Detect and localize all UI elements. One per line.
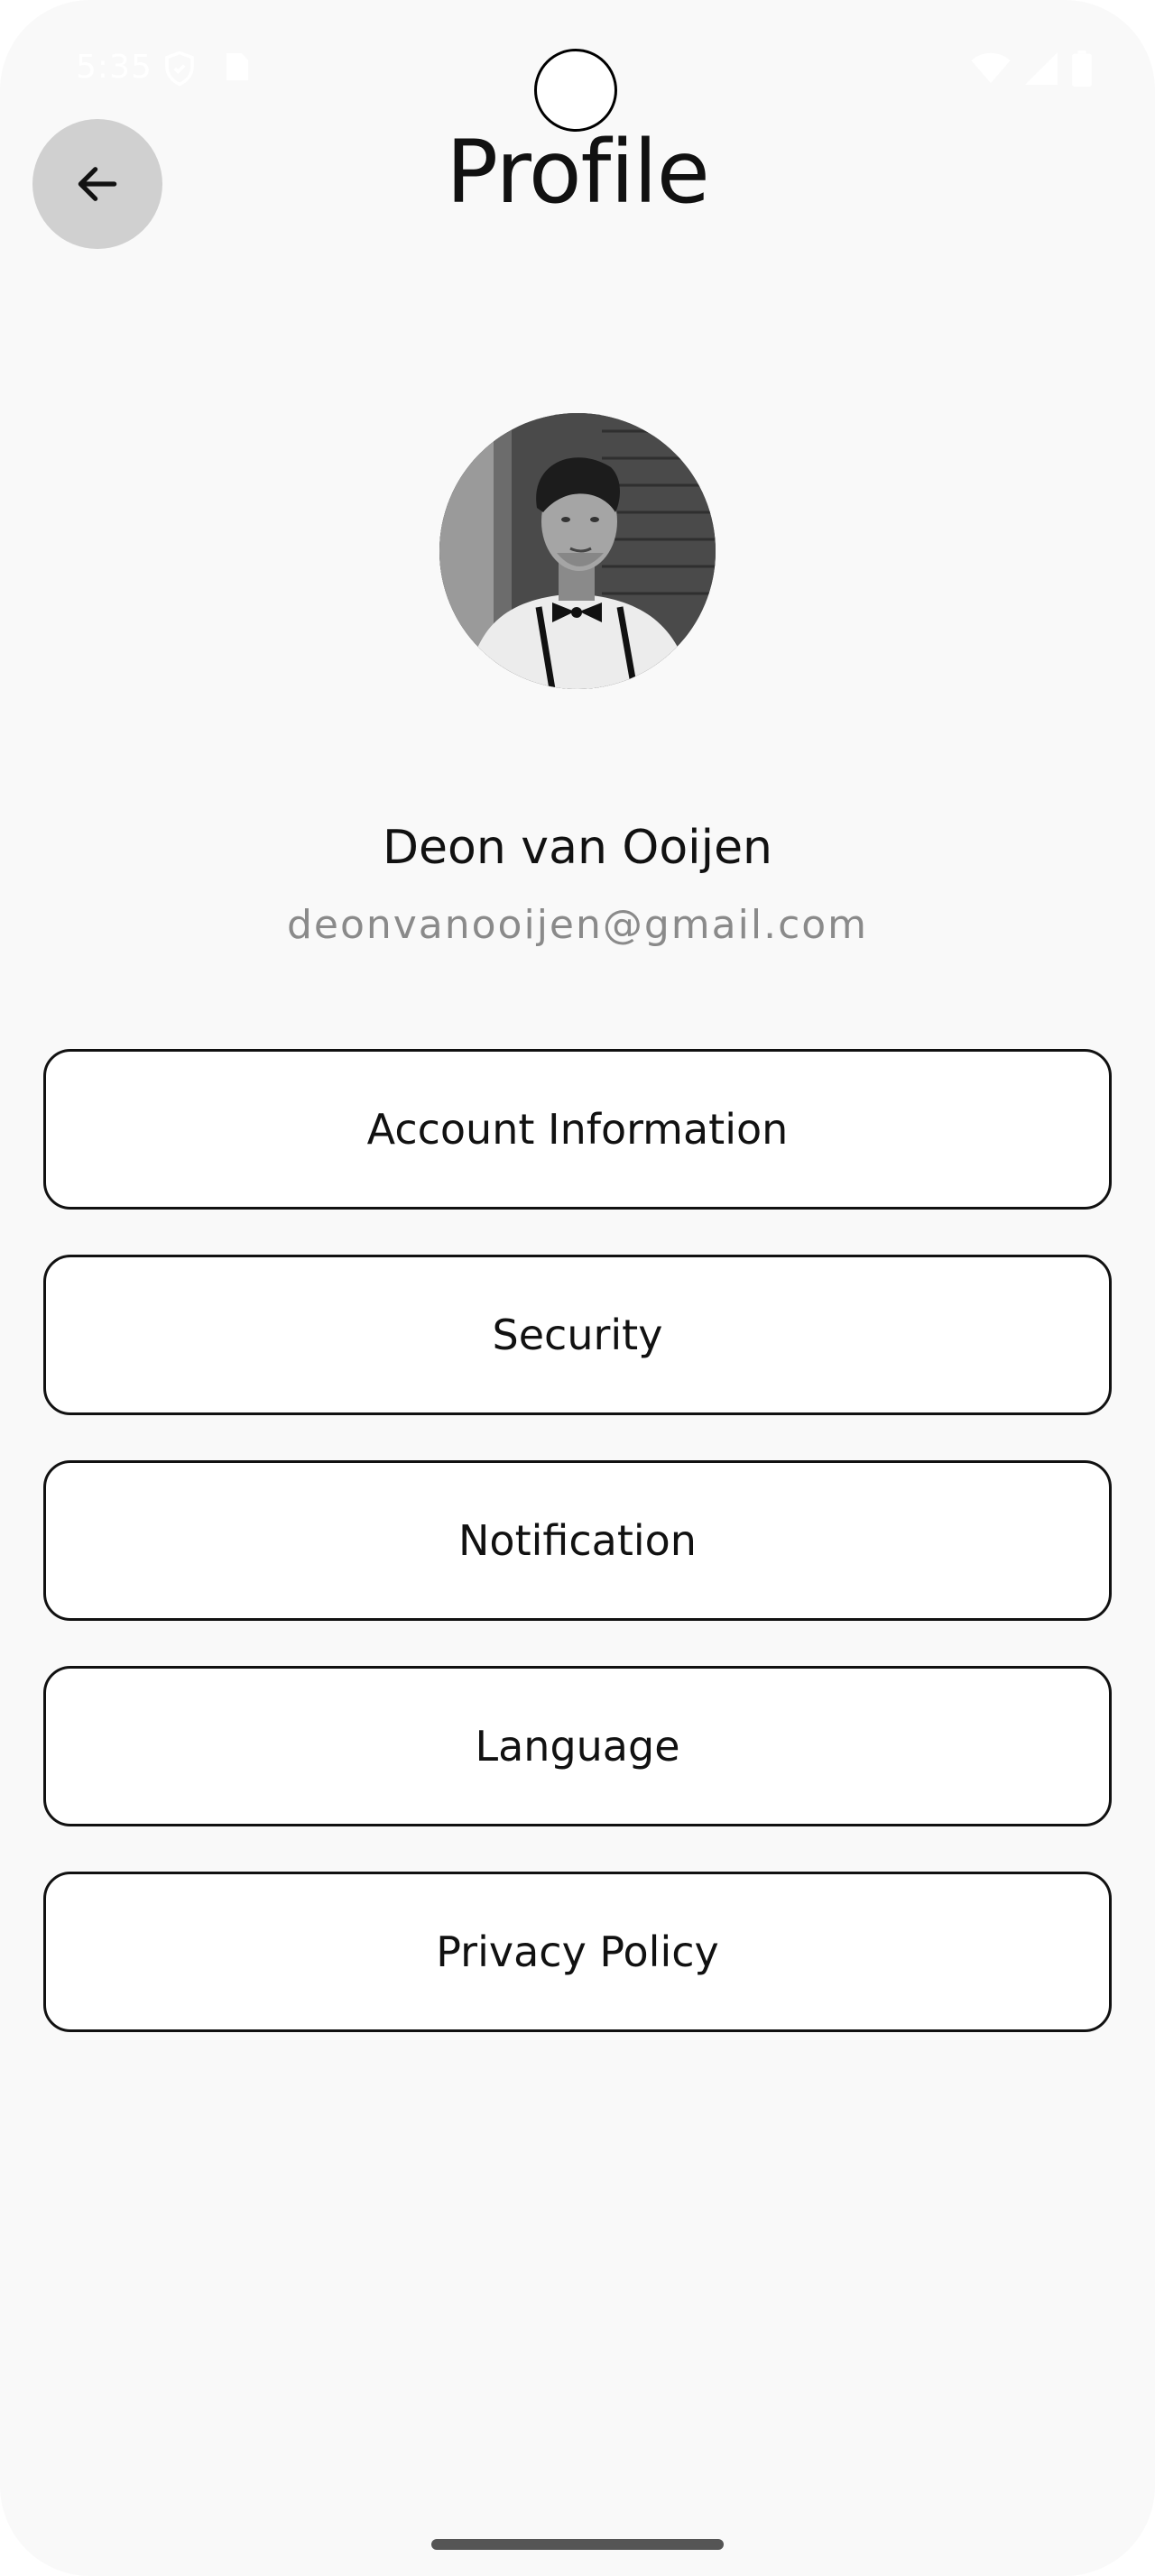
status-icons-right bbox=[971, 51, 1092, 87]
page-title: Profile bbox=[446, 122, 710, 223]
home-indicator[interactable] bbox=[431, 2539, 724, 2550]
camera-cutout bbox=[534, 49, 617, 132]
shield-icon bbox=[165, 51, 194, 87]
profile-menu: Account Information Security Notificatio… bbox=[43, 1049, 1112, 2077]
privacy-policy-button[interactable]: Privacy Policy bbox=[43, 1872, 1112, 2032]
signal-icon bbox=[1025, 52, 1058, 85]
account-information-button[interactable]: Account Information bbox=[43, 1049, 1112, 1210]
phone-screen: 5:35 Profile Deon van Ooijen deonvanooij… bbox=[0, 0, 1155, 2576]
avatar bbox=[439, 413, 716, 689]
sim-card-icon bbox=[226, 53, 248, 80]
user-name: Deon van Ooijen bbox=[382, 821, 773, 875]
language-button[interactable]: Language bbox=[43, 1666, 1112, 1826]
security-button[interactable]: Security bbox=[43, 1255, 1112, 1415]
avatar-photo bbox=[439, 413, 716, 689]
notification-button[interactable]: Notification bbox=[43, 1460, 1112, 1621]
battery-icon bbox=[1072, 51, 1092, 87]
user-email: deonvanooijen@gmail.com bbox=[286, 902, 869, 948]
wifi-icon bbox=[971, 52, 1011, 84]
status-time: 5:35 bbox=[76, 49, 152, 86]
